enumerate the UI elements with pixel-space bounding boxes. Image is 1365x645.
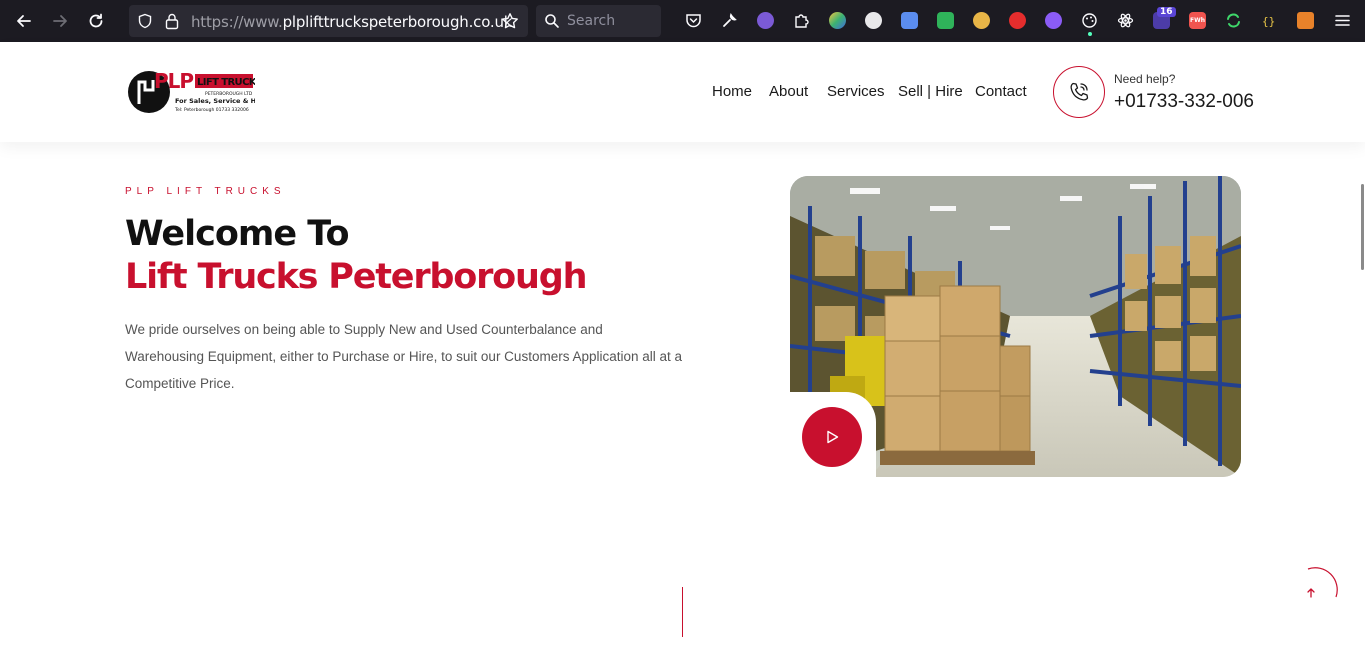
site-logo[interactable]: PLP LIFT TRUCKS PETERBOROUGH LTD For Sal… — [127, 66, 267, 118]
phone-button[interactable] — [1053, 66, 1105, 118]
extension-brush-icon[interactable] — [973, 12, 990, 29]
play-icon — [827, 430, 839, 444]
forward-button[interactable] — [48, 9, 72, 33]
site-header: PLP LIFT TRUCKS PETERBOROUGH LTD For Sal… — [0, 42, 1365, 142]
extension-sheet-icon[interactable] — [937, 12, 954, 29]
reload-button[interactable] — [84, 9, 108, 33]
search-icon — [545, 14, 559, 28]
extension-count-badge: 16 — [1157, 7, 1176, 17]
svg-text:Tel: Peterborough 01733 332006: Tel: Peterborough 01733 332006 — [174, 107, 249, 113]
reload-icon — [89, 13, 103, 28]
puzzle-icon[interactable] — [793, 12, 810, 29]
json-braces-icon[interactable]: {} — [1261, 12, 1278, 29]
extension-gear-purple-icon[interactable] — [1045, 12, 1062, 29]
bookmark-star-icon[interactable] — [501, 12, 519, 30]
nav-services[interactable]: Services — [827, 83, 885, 100]
url-text: https://www.plplifttruckspeterborough.co… — [191, 13, 513, 31]
hero-title-line1: Welcome To — [125, 214, 350, 254]
forward-arrow-icon — [53, 15, 67, 27]
extension-translate-icon[interactable] — [901, 12, 918, 29]
plp-logo-graphic: PLP LIFT TRUCKS PETERBOROUGH LTD For Sal… — [128, 69, 267, 113]
play-video-button[interactable] — [802, 407, 862, 467]
search-placeholder: Search — [567, 13, 616, 29]
hero-title-line2: Lift Trucks Peterborough — [125, 257, 588, 297]
palette-icon[interactable] — [1081, 12, 1098, 29]
svg-text:{}: {} — [1262, 15, 1275, 28]
nav-about[interactable]: About — [769, 83, 808, 100]
shield-icon — [138, 13, 152, 29]
scroll-to-top-button[interactable] — [1290, 567, 1338, 615]
extension-ghost-icon[interactable] — [757, 12, 774, 29]
lock-icon — [165, 13, 179, 30]
pocket-icon[interactable] — [685, 12, 702, 29]
extension-shield-red-icon[interactable] — [1009, 12, 1026, 29]
phone-icon — [1070, 82, 1089, 101]
hero-eyebrow: PLP LIFT TRUCKS — [125, 186, 286, 197]
search-bar[interactable]: Search — [536, 5, 661, 37]
svg-text:For Sales, Service & Hire: For Sales, Service & Hire — [175, 97, 255, 105]
nav-sell-hire[interactable]: Sell | Hire — [898, 83, 963, 100]
active-dot — [1088, 32, 1092, 36]
section-divider — [682, 587, 683, 637]
hero-intro-text: We pride ourselves on being able to Supp… — [125, 322, 683, 391]
sync-icon[interactable] — [1225, 12, 1242, 29]
back-arrow-icon — [17, 15, 31, 27]
extension-cloud-icon[interactable] — [865, 12, 882, 29]
svg-text:PLP: PLP — [154, 69, 193, 93]
extension-fwh-icon[interactable]: FWh — [1189, 12, 1206, 29]
browser-toolbar: https://www.plplifttruckspeterborough.co… — [0, 0, 1365, 42]
url-bar[interactable]: https://www.plplifttruckspeterborough.co… — [129, 5, 528, 37]
nav-contact[interactable]: Contact — [975, 83, 1027, 100]
phone-number-link[interactable]: +01733-332-006 — [1114, 91, 1254, 113]
wrench-icon[interactable] — [721, 12, 738, 29]
need-help-label: Need help? — [1114, 72, 1176, 86]
react-atom-icon[interactable] — [1117, 12, 1134, 29]
page-scrollbar[interactable] — [1361, 184, 1364, 270]
extension-colorwheel-icon[interactable] — [829, 12, 846, 29]
hamburger-menu-icon[interactable] — [1334, 12, 1351, 29]
svg-text:LIFT TRUCKS: LIFT TRUCKS — [197, 77, 255, 88]
back-button[interactable] — [12, 9, 36, 33]
metamask-fox-icon[interactable] — [1297, 12, 1314, 29]
nav-home[interactable]: Home — [712, 83, 752, 100]
arrow-up-icon — [1307, 567, 1338, 598]
